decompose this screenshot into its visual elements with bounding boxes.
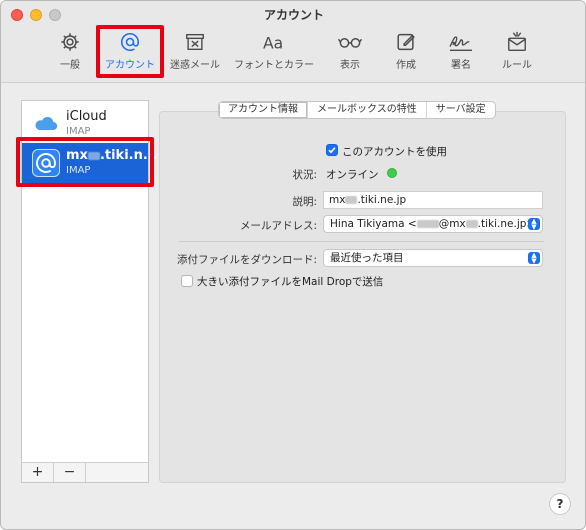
chevron-updown-icon: ▲ ▼ xyxy=(528,218,540,231)
download-attachments-label: 添付ファイルをダウンロード: xyxy=(176,254,317,266)
detail-tabs: アカウント情報 メールボックスの特性 サーバ設定 xyxy=(218,101,496,119)
mail-preferences-window: アカウント 一般 アカウント 迷惑メール Aa フォントとカラー 表示 作成 署… xyxy=(0,0,586,530)
toolbar-general-label: 一般 xyxy=(60,60,80,71)
highlight-box-account xyxy=(16,137,154,187)
tab-mailbox-behaviors[interactable]: メールボックスの特性 xyxy=(308,102,427,118)
email-address-label: メールアドレス: xyxy=(239,220,317,232)
toolbar-signatures-label: 署名 xyxy=(451,60,471,71)
tab-server-settings[interactable]: サーバ設定 xyxy=(427,102,495,118)
junk-icon xyxy=(186,33,204,51)
compose-icon xyxy=(397,33,415,51)
chevron-updown-icon: ▲ ▼ xyxy=(528,252,540,265)
account-name-icloud: iCloud xyxy=(66,109,107,124)
redacted-mark xyxy=(416,220,439,228)
fonts-icon: Aa xyxy=(263,34,283,52)
section-divider xyxy=(179,241,544,242)
redacted-mark xyxy=(465,220,478,228)
glasses-icon xyxy=(337,38,363,48)
mail-drop-checkbox[interactable] xyxy=(181,275,193,287)
redacted-mark xyxy=(345,196,358,204)
toolbar-fonts-colors-label: フォントとカラー xyxy=(234,60,314,71)
rules-icon xyxy=(508,31,526,51)
title-bar: アカウント 一般 アカウント 迷惑メール Aa フォントとカラー 表示 作成 署… xyxy=(1,1,585,83)
toolbar-composing[interactable]: 作成 xyxy=(389,31,423,75)
status-value: オンライン xyxy=(326,169,379,181)
toolbar-rules[interactable]: ルール xyxy=(497,31,537,75)
online-status-dot xyxy=(387,168,397,178)
download-attachments-popup[interactable]: 最近使った項目 ▲ ▼ xyxy=(323,249,543,267)
window-title: アカウント xyxy=(263,8,324,22)
toolbar-junk-mail[interactable]: 迷惑メール xyxy=(167,31,223,75)
enable-account-label: このアカウントを使用 xyxy=(342,146,447,158)
toolbar-composing-label: 作成 xyxy=(396,60,416,71)
toolbar-signatures[interactable]: 署名 xyxy=(443,31,479,75)
remove-account-button[interactable]: − xyxy=(54,463,86,482)
toolbar-rules-label: ルール xyxy=(502,60,532,71)
signature-icon xyxy=(449,36,472,51)
svg-text:Aa: Aa xyxy=(263,34,283,52)
mail-drop-label: 大きい添付ファイルをMail Dropで送信 xyxy=(197,276,384,288)
email-address-popup[interactable]: Hina Tikiyama < @mx .tiki.ne.jp> ▲ ▼ xyxy=(323,215,543,233)
help-button[interactable]: ? xyxy=(549,493,571,515)
toolbar-junk-mail-label: 迷惑メール xyxy=(170,60,220,71)
add-account-button[interactable]: + xyxy=(22,463,54,482)
sidebar-footer: + − xyxy=(22,462,148,482)
description-label: 説明: xyxy=(292,196,317,208)
toolbar-general[interactable]: 一般 xyxy=(53,31,87,75)
description-field[interactable]: mx .tiki.ne.jp xyxy=(323,191,543,209)
account-type-icloud: IMAP xyxy=(66,126,91,137)
highlight-box-toolbar xyxy=(96,25,164,78)
tab-account-info[interactable]: アカウント情報 xyxy=(219,102,308,118)
toolbar-viewing[interactable]: 表示 xyxy=(333,31,367,75)
status-label: 状況: xyxy=(292,169,317,181)
icloud-icon xyxy=(32,110,60,138)
gear-icon xyxy=(61,33,79,51)
enable-account-checkbox[interactable] xyxy=(326,144,338,156)
toolbar-viewing-label: 表示 xyxy=(340,60,360,71)
toolbar-fonts-colors[interactable]: Aa フォントとカラー xyxy=(229,31,319,75)
